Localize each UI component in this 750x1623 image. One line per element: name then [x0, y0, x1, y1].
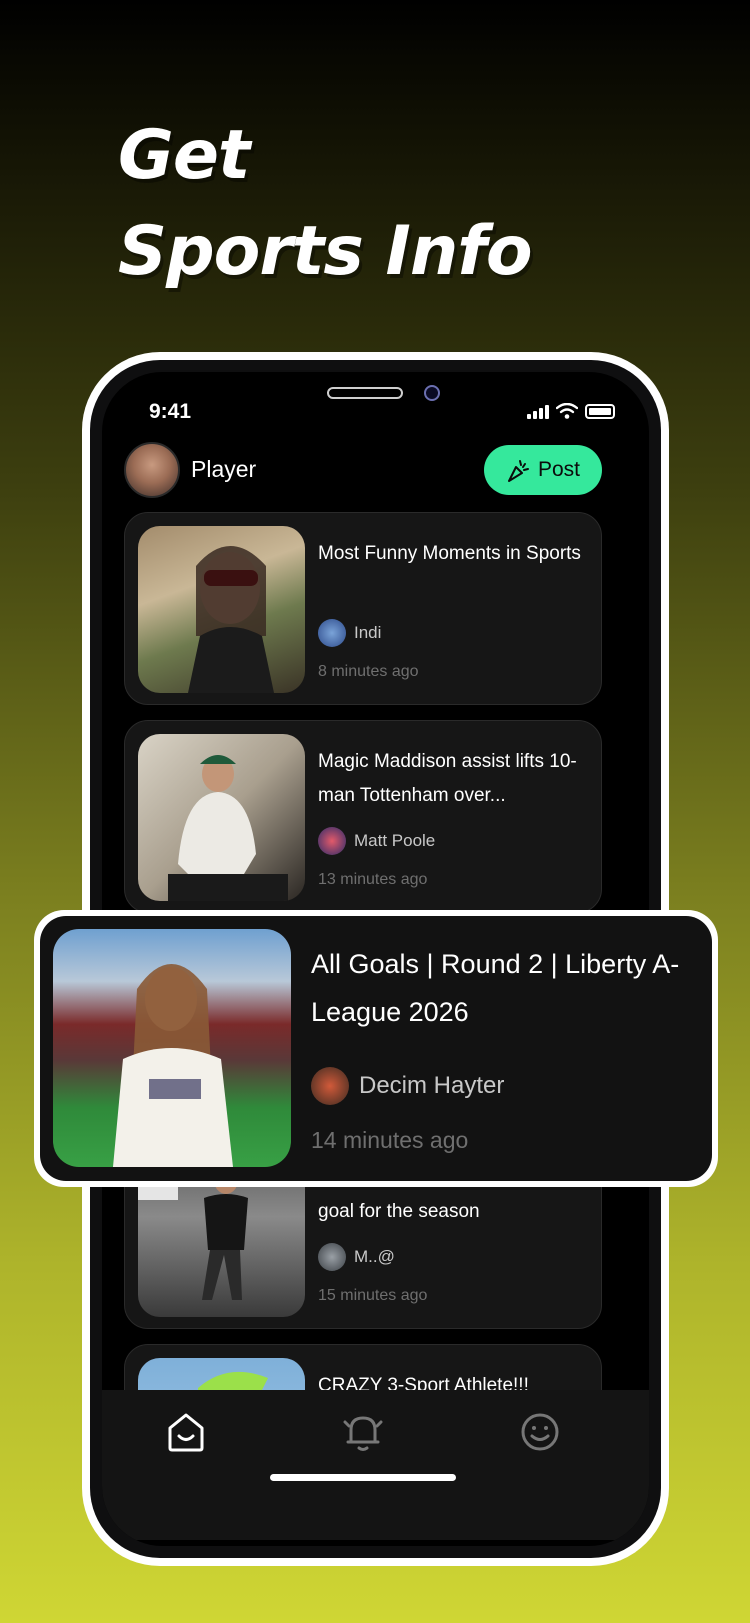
headline-line-1: Get — [118, 116, 250, 195]
user-avatar[interactable] — [124, 442, 180, 498]
featured-thumbnail — [53, 929, 291, 1167]
feed-card-title: Most Funny Moments in Sports — [318, 543, 581, 564]
megaphone-icon — [507, 460, 529, 482]
author-avatar — [311, 1067, 349, 1105]
feed-card-author: Matt Poole — [318, 827, 435, 855]
feed-card-author: Indi — [318, 619, 381, 647]
feed-thumbnail — [138, 734, 305, 901]
author-avatar — [318, 619, 346, 647]
author-avatar — [318, 827, 346, 855]
speaker-grille — [327, 387, 403, 399]
home-icon[interactable] — [164, 1410, 208, 1454]
status-time: 9:41 — [149, 400, 192, 423]
author-avatar — [318, 1243, 346, 1271]
feed-card[interactable]: Most Funny Moments in Sports Indi 8 minu… — [124, 512, 602, 705]
bottom-tab-bar — [102, 1390, 649, 1540]
feed-card-title: Magic Maddison assist lifts 10-man Totte… — [318, 751, 577, 806]
featured-card[interactable]: All Goals | Round 2 | Liberty A-League 2… — [34, 910, 718, 1187]
wifi-icon — [556, 403, 578, 419]
home-indicator — [270, 1474, 456, 1481]
promo-headline: Get Sports Info — [118, 108, 533, 300]
signal-icon — [527, 405, 549, 419]
feed-card-time: 8 minutes ago — [318, 663, 419, 680]
post-button[interactable]: Post — [484, 445, 602, 495]
featured-time: 14 minutes ago — [311, 1127, 469, 1153]
feed-card-time: 13 minutes ago — [318, 871, 428, 888]
author-name: M..@ — [354, 1247, 395, 1266]
front-camera — [424, 385, 440, 401]
feed-thumbnail — [138, 526, 305, 693]
featured-title: All Goals | Round 2 | Liberty A-League 2… — [311, 949, 680, 1027]
smiley-icon[interactable] — [518, 1410, 562, 1454]
post-button-label: Post — [537, 458, 581, 481]
feed-card[interactable]: Magic Maddison assist lifts 10-man Totte… — [124, 720, 602, 913]
feed-header: Player Post — [124, 442, 602, 498]
author-name: Matt Poole — [354, 831, 436, 850]
battery-icon — [585, 404, 615, 419]
user-name: Player — [191, 456, 257, 482]
featured-author: Decim Hayter — [311, 1067, 504, 1105]
author-name: Indi — [354, 623, 382, 642]
author-name: Decim Hayter — [359, 1072, 505, 1099]
status-icons — [527, 403, 615, 419]
bell-icon[interactable] — [341, 1410, 385, 1454]
headline-line-2: Sports Info — [118, 212, 533, 291]
feed-card-author: M..@ — [318, 1243, 395, 1271]
feed-card-time: 15 minutes ago — [318, 1287, 428, 1304]
